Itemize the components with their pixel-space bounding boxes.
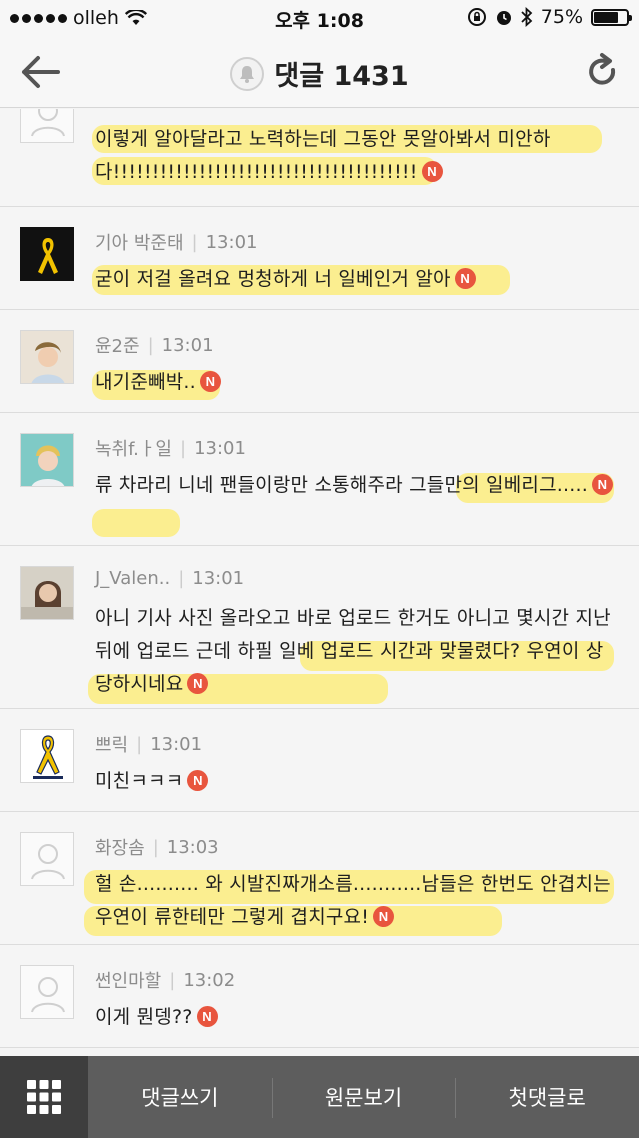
refresh-icon[interactable] [583, 50, 623, 94]
view-original-button[interactable]: 원문보기 [271, 1056, 456, 1138]
comment-item: J_Valen.. | 13:01 아니 기사 사진 올라오고 바로 업로드 한거도… [0, 546, 639, 709]
comment-text: 헐 손.......... 와 시발진짜개소름...........남들은 한번… [95, 873, 611, 928]
comment-author[interactable]: 윤2준 [95, 332, 140, 358]
comment-time: 13:01 [205, 231, 258, 253]
default-avatar-icon [20, 109, 74, 143]
comment-time: 13:01 [192, 568, 245, 589]
comment-item: 이렇게 알아달라고 노력하는데 그동안 못알아봐서 미안하다!!!!!!!!!!… [0, 109, 639, 207]
comment-author[interactable]: 썬인마할 [95, 967, 161, 993]
comment-item: 화장솜 | 13:03 헐 손.......... 와 시발진짜개소름.......… [0, 812, 639, 945]
nav-bar: 댓글 1431 [0, 36, 639, 108]
user-photo-avatar [20, 330, 74, 384]
comment-item: 썬인마할 | 13:02 이게 뭔뎅?? N [0, 945, 639, 1048]
comment-time: 13:01 [150, 733, 203, 755]
comment-author[interactable]: 화장솜 [95, 834, 145, 860]
yellow-ribbon-avatar [20, 227, 74, 281]
default-avatar-icon [20, 832, 74, 886]
default-avatar-icon [20, 965, 74, 1019]
comment-text: 내기준빼박.. N [95, 366, 615, 399]
comment-author[interactable]: 기아 박준태 [95, 229, 184, 255]
comment-item: 쁘릭 | 13:01 미친ㅋㅋㅋ N [0, 709, 639, 812]
comment-item: 윤2준 | 13:01 내기준빼박.. N [0, 310, 639, 413]
comment-text: 이렇게 알아달라고 노력하는데 그동안 못알아봐서 미안하다!!!!!!!!!!… [95, 128, 551, 183]
page-title: 댓글 1431 [274, 61, 409, 92]
battery-fill [594, 11, 618, 23]
write-comment-button[interactable]: 댓글쓰기 [88, 1056, 272, 1138]
new-badge: N [187, 770, 209, 791]
new-badge: N [373, 906, 395, 927]
comment-item: 녹취f.ㅏ일 | 13:01 류 차라리 니네 팬들이랑만 소통해주라 그들만의 일… [0, 413, 639, 546]
comment-time: 13:01 [194, 437, 246, 459]
new-badge: N [454, 268, 476, 289]
comment-text: 류 차라리 니네 팬들이랑만 소통해주라 그들만의 일베리그..... N [95, 469, 615, 502]
first-comment-button[interactable]: 첫댓글로 [455, 1056, 639, 1138]
notification-bell-icon[interactable] [230, 56, 265, 91]
status-bar: olleh 오후 1:08 75% [0, 0, 639, 36]
comment-text: 굳이 저걸 올려요 멍청하게 너 일베인거 알아 N [95, 263, 615, 296]
new-badge: N [421, 161, 443, 182]
bluetooth-icon [521, 7, 533, 27]
comment-list[interactable]: 이렇게 알아달라고 노력하는데 그동안 못알아봐서 미안하다!!!!!!!!!!… [0, 109, 639, 1056]
orientation-lock-icon [467, 8, 486, 26]
comment-item: 기아 박준태 | 13:01 굳이 저걸 올려요 멍청하게 너 일베인거 알아 N [0, 207, 639, 310]
comment-author[interactable]: J_Valen.. [95, 568, 170, 589]
battery-percent: 75% [540, 6, 583, 28]
grid-menu-icon[interactable] [0, 1056, 88, 1138]
comment-time: 13:03 [166, 836, 219, 858]
user-photo-avatar [20, 433, 74, 487]
alarm-icon [496, 11, 511, 25]
comment-author[interactable]: 쁘릭 [95, 731, 128, 757]
comment-time: 13:02 [183, 969, 236, 991]
comment-text: 이게 뭔뎅?? N [95, 1001, 615, 1034]
new-badge: N [591, 474, 613, 495]
bottom-toolbar: 댓글쓰기 원문보기 첫댓글로 [0, 1056, 639, 1138]
comment-author[interactable]: 녹취f.ㅏ일 [95, 435, 172, 461]
new-badge: N [196, 1006, 218, 1027]
comment-text: 미친ㅋㅋㅋ N [95, 765, 615, 798]
new-badge: N [187, 673, 209, 694]
comment-time: 13:01 [161, 334, 214, 356]
new-badge: N [199, 371, 221, 392]
comment-text: 아니 기사 사진 올라오고 바로 업로드 한거도 아니고 몇시간 지난 뒤에 업… [95, 607, 611, 695]
user-photo-avatar [20, 566, 74, 620]
yellow-ribbon-avatar [20, 729, 74, 783]
battery-icon [591, 8, 632, 26]
